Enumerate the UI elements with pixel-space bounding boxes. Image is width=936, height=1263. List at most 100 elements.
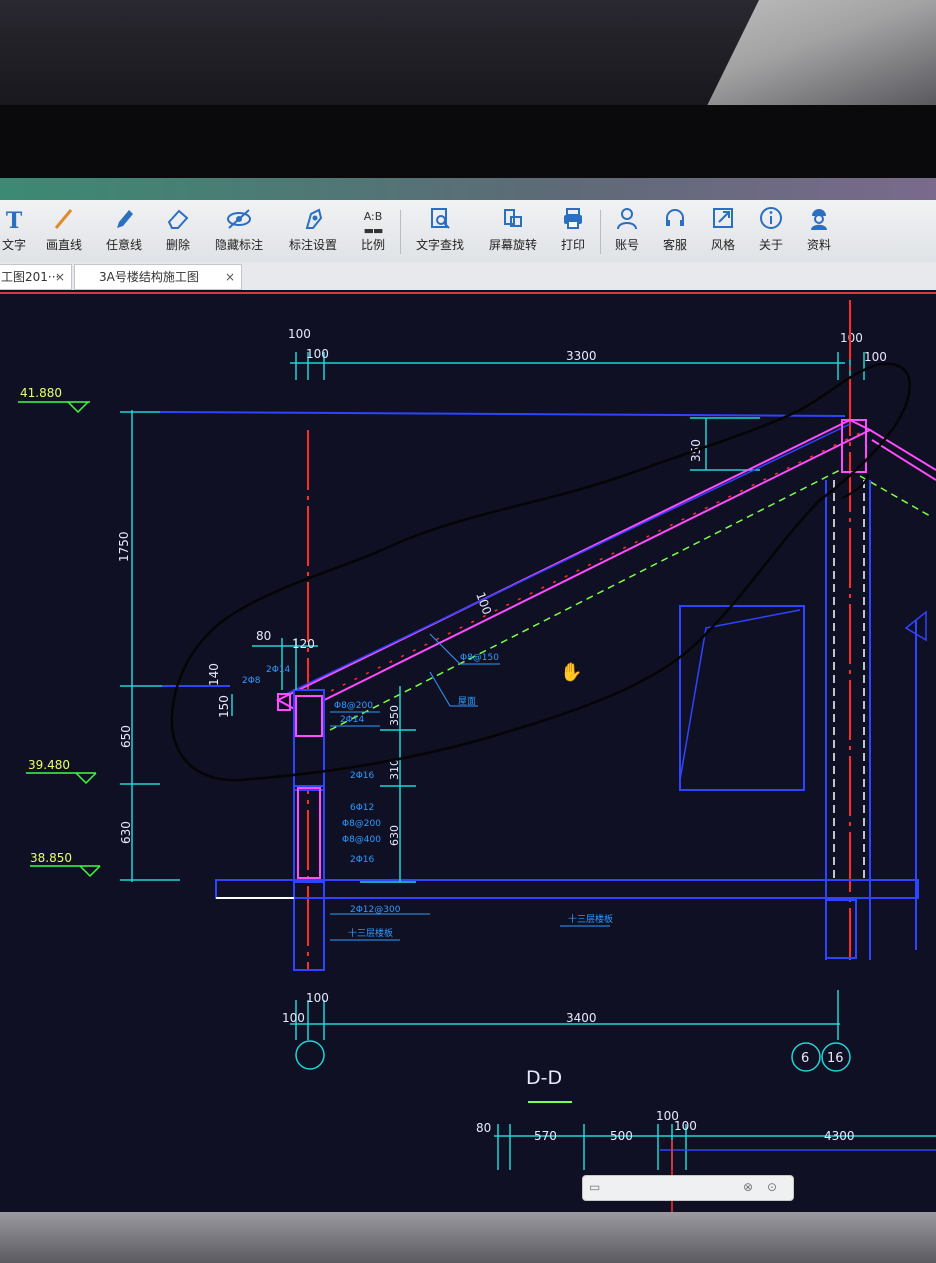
rebar-note: 2Φ8: [242, 676, 261, 686]
tool-scale-button[interactable]: A:B ▬▬ 比例: [356, 206, 390, 260]
dim-wall-350: 350: [388, 705, 401, 726]
section-title: D-D: [526, 1067, 562, 1089]
left-wall: [277, 689, 325, 971]
rebar-note: Φ8@150: [460, 653, 499, 663]
tool-freehand-button[interactable]: 任意线: [102, 206, 146, 260]
left-dimension: [120, 410, 180, 882]
tab-document-1[interactable]: 工图201··· ×: [0, 264, 72, 290]
worker-icon: [802, 206, 836, 236]
axis-bubble-left: [295, 1040, 325, 1070]
tool-account-button[interactable]: 账号: [610, 206, 644, 260]
dim-top-100-c: 100: [840, 331, 863, 345]
right-column: [825, 480, 927, 960]
axis-bubble-16: 16: [821, 1042, 851, 1072]
window-title-bar: [0, 178, 936, 200]
info-icon: [754, 206, 788, 236]
rebar-note: 2Φ14: [340, 715, 365, 725]
floating-toolbar[interactable]: ▭ ⊗ ⊙: [582, 1175, 794, 1201]
rebar-note: 2Φ14: [266, 665, 291, 675]
tab-document-2[interactable]: 3A号楼结构施工图 ×: [74, 264, 242, 290]
dim-bottom-100-b: 100: [282, 1011, 305, 1025]
tool-line-button[interactable]: 画直线: [42, 206, 86, 260]
eye-hide-icon: [210, 206, 268, 236]
dim-lower-570: 570: [534, 1129, 557, 1143]
rebar-note: Φ8@400: [342, 835, 381, 845]
elevation-marker-top: 41.880: [18, 386, 90, 414]
tool-text-button[interactable]: T 文字: [0, 206, 28, 260]
dim-bottom-100-a: 100: [306, 991, 329, 1005]
svg-text:38.850: 38.850: [30, 851, 72, 865]
floating-close-icon[interactable]: ⊗: [743, 1180, 753, 1194]
dim-bottom-3400: 3400: [566, 1011, 597, 1025]
rebar-note: Φ8@200: [334, 701, 373, 711]
bottom-dimension: [290, 990, 840, 1040]
floating-menu-icon[interactable]: ▭: [589, 1180, 600, 1194]
tool-annotation-settings-button[interactable]: 标注设置: [284, 206, 342, 260]
user-icon: [610, 206, 644, 236]
roof-level-line: [159, 411, 846, 417]
pen-icon: [102, 206, 146, 236]
tool-support-button[interactable]: 客服: [658, 206, 692, 260]
svg-text:16: 16: [827, 1051, 844, 1066]
toolbar-separator: [600, 210, 601, 254]
dim-lower-4300: 4300: [824, 1129, 855, 1143]
dim-eave-80: 80: [256, 629, 271, 643]
lower-dimension: [494, 1124, 936, 1170]
tool-rotate-screen-button[interactable]: 屏幕旋转: [484, 206, 542, 260]
rebar-note: 2Φ16: [350, 771, 375, 781]
rebar-note: 十三层楼板: [568, 913, 613, 925]
elevation-marker-mid: 39.480: [26, 758, 97, 785]
dim-ridge-350: 350: [689, 439, 703, 462]
dim-top-3300: 3300: [566, 349, 597, 363]
window-opening: [679, 605, 805, 791]
dim-left-1750: 1750: [117, 531, 131, 562]
rebar-note: Φ8@200: [342, 819, 381, 829]
dim-left-630: 630: [119, 821, 133, 844]
rotate-screen-icon: [484, 206, 542, 236]
dim-eave-140: 140: [207, 663, 221, 686]
close-icon[interactable]: ×: [225, 265, 235, 289]
scale-icon: A:B ▬▬: [363, 210, 384, 237]
hand-cursor-icon: ✋: [560, 661, 582, 683]
tool-hide-annotation-button[interactable]: 隐藏标注: [210, 206, 268, 260]
ceiling-dashed-line: [329, 469, 841, 731]
elevation-marker-low: 38.850: [30, 851, 101, 878]
dim-lower-80: 80: [476, 1121, 491, 1135]
rebar-note: 2Φ16: [350, 855, 375, 865]
printer-icon: [556, 206, 590, 236]
tool-print-button[interactable]: 打印: [556, 206, 590, 260]
monitor-bottom-bezel: [0, 1212, 936, 1263]
line-icon: [42, 206, 86, 236]
dim-eave-120: 120: [292, 637, 315, 651]
tool-text-search-button[interactable]: 文字查找: [412, 206, 468, 260]
dim-wall-310: 310: [388, 759, 401, 780]
tool-resources-button[interactable]: 资料: [802, 206, 836, 260]
rebar-note: 6Φ12: [350, 803, 374, 813]
tool-about-button[interactable]: 关于: [754, 206, 788, 260]
toolbar-separator: [400, 210, 401, 254]
svg-text:41.880: 41.880: [20, 386, 62, 400]
annotation-settings-icon: [284, 206, 342, 236]
cad-drawing-canvas[interactable]: 100 100 3300 100 100 41.880 39.480 38.85…: [0, 294, 936, 1212]
tool-delete-button[interactable]: 删除: [160, 206, 196, 260]
floating-settings-icon[interactable]: ⊙: [767, 1180, 777, 1194]
dim-top-100-b: 100: [306, 347, 329, 361]
dim-slab-100: 100: [473, 590, 494, 616]
dim-wall-630: 630: [388, 825, 401, 846]
close-icon[interactable]: ×: [55, 265, 65, 289]
svg-text:39.480: 39.480: [28, 758, 70, 772]
headset-icon: [658, 206, 692, 236]
eraser-icon: [160, 206, 196, 236]
ridge-beam: [841, 419, 867, 473]
svg-text:6: 6: [801, 1051, 809, 1066]
dim-top-100-a: 100: [288, 327, 311, 341]
dim-eave-150: 150: [217, 695, 231, 718]
monitor-bezel: [0, 105, 936, 180]
tool-style-button[interactable]: 风格: [706, 206, 740, 260]
axis-bubble-6: 6: [791, 1042, 821, 1072]
style-icon: [706, 206, 740, 236]
dim-lower-500: 500: [610, 1129, 633, 1143]
text-icon: T: [5, 208, 23, 234]
dim-lower-100-b: 100: [674, 1119, 697, 1133]
dim-top-100-d: 100: [864, 350, 887, 364]
